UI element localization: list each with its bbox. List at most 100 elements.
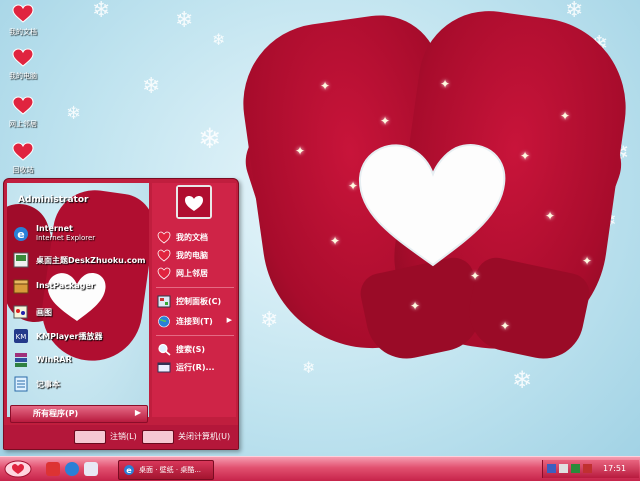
quicklaunch-desktop-icon[interactable] [84,462,98,476]
search-icon [158,343,171,356]
desktop-icon-label: 网上邻居 [9,120,37,128]
start-item-internet-explorer[interactable]: e Internet Internet Explorer [10,223,146,247]
svg-text:e: e [17,228,24,241]
sparkle-decoration: ✦ [520,149,531,163]
arrow-right-icon: ▶ [134,408,141,417]
sparkle-decoration: ✦ [582,254,593,268]
start-menu-places-pane: 我的文档 我的电脑 网上邻居 控制面板(C) 连接到(T) ▶ 搜索(S) 运行… [152,183,236,417]
start-right-run[interactable]: 运行(R)... [156,359,236,377]
tray-network-icon[interactable] [547,464,556,473]
heart-documents-icon [12,4,34,23]
user-name: Administrator [18,195,89,205]
start-right-network[interactable]: 网上邻居 [156,265,236,283]
sparkle-decoration: ✦ [410,299,421,313]
item-title: InstPackager [36,281,95,290]
item-label: 搜索(S) [176,345,206,354]
sparkle-decoration: ✦ [380,114,391,128]
start-item-winrar[interactable]: WinRAR [10,349,146,373]
desktop-icon-my-documents[interactable]: 我的文档 [4,4,42,37]
start-right-my-documents[interactable]: 我的文档 [156,229,236,247]
snow-heart-image [358,144,506,267]
shutdown-label: 关闭计算机(U) [178,432,231,441]
snowflake-decoration: ❄ [512,366,533,394]
taskbar-window-button[interactable]: e 桌面 · 壁纸 · 桌酷... [118,460,214,480]
snowflake-decoration: ❄ [565,0,584,23]
snowflake-decoration: ❄ [92,0,111,23]
item-label: 我的电脑 [176,251,208,260]
svg-text:KM: KM [16,333,27,341]
snowflake-decoration: ❄ [66,103,82,124]
key-icon [74,430,106,444]
kmplayer-icon: KM [14,329,28,343]
quicklaunch-ie-icon[interactable] [65,462,79,476]
start-item-notepad[interactable]: 记事本 [10,373,146,397]
avatar[interactable] [176,185,212,219]
sparkle-decoration: ✦ [545,209,556,223]
start-right-control-panel[interactable]: 控制面板(C) [156,293,236,311]
winrar-icon [15,353,27,367]
sparkle-decoration: ✦ [470,269,481,283]
heart-network-icon [157,267,171,280]
snowflake-decoration: ❄ [260,308,279,333]
item-label: 控制面板(C) [176,297,222,306]
start-right-connect-to[interactable]: 连接到(T) ▶ [156,313,236,331]
start-right-search[interactable]: 搜索(S) [156,341,236,359]
start-item-paint[interactable]: 画图 [10,301,146,325]
start-menu: Administrator e Internet Internet Explor… [3,178,239,450]
tray-volume-icon[interactable] [559,464,568,473]
desktop-icon-label: 回收站 [12,166,34,174]
start-item-kmplayer[interactable]: KM KMPlayer播放器 [10,325,146,349]
taskbar: e 桌面 · 壁纸 · 桌酷... 17:51 [0,456,640,481]
internet-explorer-icon: e [124,465,134,475]
taskbar-window-title: 桌面 · 壁纸 · 桌酷... [139,466,202,474]
start-item-theme[interactable]: 桌面主题DeskZhuoku.com [10,249,146,273]
heart-network-icon [12,96,34,115]
start-right-my-computer[interactable]: 我的电脑 [156,247,236,265]
svg-text:e: e [126,466,132,475]
arrow-right-icon: ▶ [226,316,232,324]
sparkle-decoration: ✦ [330,234,341,248]
item-title: Internet [36,224,73,233]
item-label: 我的文档 [176,233,208,242]
menu-divider [156,287,234,288]
clock[interactable]: 17:51 [603,464,626,473]
theme-app-icon [13,252,29,268]
sparkle-decoration: ✦ [440,77,451,91]
tray-app-icon[interactable] [583,464,592,473]
heart-computer-icon [157,249,171,262]
run-icon [157,362,171,373]
snowflake-decoration: ❄ [142,74,161,99]
sparkle-decoration: ✦ [348,179,359,193]
start-button[interactable] [4,460,32,478]
desktop-icon-recycle-bin[interactable]: 回收站 [4,142,42,175]
package-icon [13,279,29,294]
desktop-icon-my-computer[interactable]: 我的电脑 [4,48,42,81]
tray-app-icon[interactable] [571,464,580,473]
system-tray: 17:51 [542,460,639,478]
desktop-icon-network[interactable]: 网上邻居 [4,96,42,129]
item-label: 运行(R)... [176,363,215,372]
item-subtitle: Internet Explorer [36,234,96,242]
logoff-label: 注销(L) [110,432,137,441]
paint-icon [13,305,28,319]
item-title: 记事本 [36,380,60,389]
item-label: 连接到(T) [176,317,213,326]
desktop-icon-label: 我的文档 [9,28,37,36]
sparkle-decoration: ✦ [500,319,511,333]
all-programs-button[interactable]: 所有程序(P) ▶ [10,405,148,423]
start-menu-footer: 注销(L) 关闭计算机(U) [4,425,238,449]
notepad-icon [14,376,28,392]
item-title: KMPlayer播放器 [36,332,103,341]
snowflake-decoration: ❄ [198,122,222,155]
menu-divider [156,335,234,336]
snowflake-decoration: ❄ [302,358,316,377]
item-title: 画图 [36,308,52,317]
quicklaunch-heart-icon[interactable] [46,462,60,476]
power-icon [142,430,174,444]
snowflake-decoration: ❄ [212,30,226,49]
sparkle-decoration: ✦ [320,79,331,93]
item-title: WinRAR [36,355,72,364]
snowflake-decoration: ❄ [175,8,194,33]
user-avatar-image [178,187,210,217]
start-item-instpackager[interactable]: InstPackager [10,275,146,299]
